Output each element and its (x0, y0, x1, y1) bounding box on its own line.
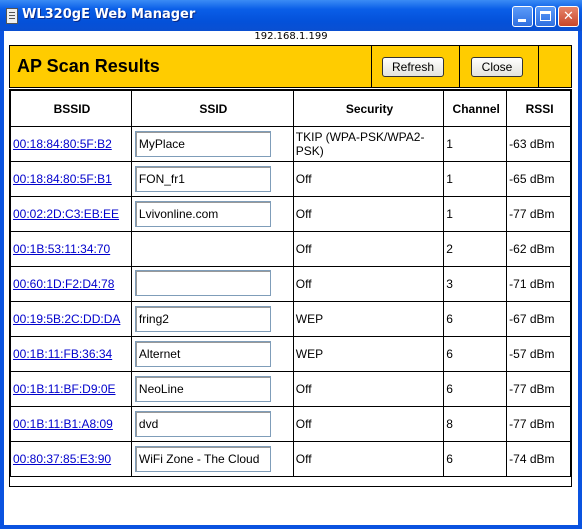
bssid-link[interactable]: 00:18:84:80:5F:B2 (13, 137, 112, 151)
refresh-button[interactable]: Refresh (382, 57, 444, 77)
channel-cell: 6 (443, 371, 508, 407)
rssi-cell: -65 dBm (506, 161, 571, 197)
channel-cell: 3 (443, 266, 508, 302)
table-row: 00:1B:11:BF:D9:0E NeoLine Off 6 -77 dBm (10, 371, 571, 407)
column-header-bssid: BSSID (10, 90, 132, 127)
security-cell: WEP (292, 336, 445, 372)
table-header-row: BSSID SSID Security Channel RSSI (10, 90, 571, 127)
table-row: 00:18:84:80:5F:B2 MyPlace TKIP (WPA-PSK/… (10, 126, 571, 162)
rssi-cell: -71 dBm (506, 266, 571, 302)
close-window-button[interactable]: ✕ (558, 6, 579, 27)
rssi-cell: -62 dBm (506, 231, 571, 267)
scan-results-table: BSSID SSID Security Channel RSSI 00:18:8… (9, 89, 572, 487)
rssi-cell: -63 dBm (506, 126, 571, 162)
security-cell: Off (292, 161, 445, 197)
window-title: WL320gE Web Manager (22, 7, 196, 22)
document-icon (6, 8, 18, 24)
rssi-cell: -57 dBm (506, 336, 571, 372)
ssid-field: fring2 (134, 306, 271, 332)
ssid-field: Lvivonline.com (134, 201, 271, 227)
bssid-link[interactable]: 00:60:1D:F2:D4:78 (13, 277, 114, 291)
column-header-channel: Channel (443, 90, 508, 127)
bssid-link[interactable]: 00:1B:11:B1:A8:09 (13, 417, 113, 431)
maximize-button[interactable] (535, 6, 556, 27)
channel-cell: 1 (443, 161, 508, 197)
bssid-link[interactable]: 00:80:37:85:E3:90 (13, 452, 111, 466)
channel-cell: 2 (443, 231, 508, 267)
ssid-field: FON_fr1 (134, 166, 271, 192)
channel-cell: 6 (443, 441, 508, 477)
channel-cell: 1 (443, 196, 508, 232)
ssid-field: MyPlace (134, 131, 271, 157)
rssi-cell: -77 dBm (506, 196, 571, 232)
rssi-cell: -67 dBm (506, 301, 571, 337)
bssid-link[interactable]: 00:1B:11:FB:36:34 (13, 347, 112, 361)
channel-cell: 8 (443, 406, 508, 442)
security-cell: WEP (292, 301, 445, 337)
table-row: 00:60:1D:F2:D4:78 Off 3 -71 dBm (10, 266, 571, 302)
title-bar[interactable]: WL320gE Web Manager ✕ (0, 0, 582, 31)
header-divider (459, 46, 460, 87)
bssid-link[interactable]: 00:02:2D:C3:EB:EE (13, 207, 119, 221)
ssid-cell-empty (130, 231, 294, 267)
bssid-link[interactable]: 00:1B:11:BF:D9:0E (13, 382, 116, 396)
minimize-icon (518, 19, 526, 22)
column-header-ssid: SSID (130, 90, 294, 127)
table-row: 00:80:37:85:E3:90 WiFi Zone - The Cloud … (10, 441, 571, 477)
table-row: 00:1B:11:FB:36:34 Alternet WEP 6 -57 dBm (10, 336, 571, 372)
channel-cell: 1 (443, 126, 508, 162)
maximize-icon (540, 11, 551, 21)
results-header: AP Scan Results Refresh Close (9, 45, 572, 88)
table-row: 00:19:5B:2C:DD:DA fring2 WEP 6 -67 dBm (10, 301, 571, 337)
bssid-link[interactable]: 00:1B:53:11:34:70 (13, 242, 110, 256)
ssid-field: WiFi Zone - The Cloud (134, 446, 271, 472)
security-cell: Off (292, 441, 445, 477)
channel-cell: 6 (443, 301, 508, 337)
table-row: 00:02:2D:C3:EB:EE Lvivonline.com Off 1 -… (10, 196, 571, 232)
column-header-security: Security (292, 90, 445, 127)
ssid-field: Alternet (134, 341, 271, 367)
close-button[interactable]: Close (471, 57, 523, 77)
security-cell: TKIP (WPA-PSK/WPA2-PSK) (292, 126, 445, 162)
header-divider (538, 46, 539, 87)
rssi-cell: -77 dBm (506, 406, 571, 442)
close-icon: ✕ (563, 9, 574, 24)
app-window: WL320gE Web Manager ✕ 192.168.1.199 AP S… (0, 0, 582, 529)
security-cell: Off (292, 231, 445, 267)
security-cell: Off (292, 196, 445, 232)
security-cell: Off (292, 406, 445, 442)
rssi-cell: -77 dBm (506, 371, 571, 407)
bssid-link[interactable]: 00:18:84:80:5F:B1 (13, 172, 112, 186)
ssid-field: NeoLine (134, 376, 271, 402)
channel-cell: 6 (443, 336, 508, 372)
column-header-rssi: RSSI (506, 90, 571, 127)
page-content: 192.168.1.199 AP Scan Results Refresh Cl… (4, 31, 578, 525)
rssi-cell: -74 dBm (506, 441, 571, 477)
table-row: 00:18:84:80:5F:B1 FON_fr1 Off 1 -65 dBm (10, 161, 571, 197)
ssid-field (134, 269, 271, 296)
security-cell: Off (292, 266, 445, 302)
security-cell: Off (292, 371, 445, 407)
host-address: 192.168.1.199 (254, 31, 328, 42)
minimize-button[interactable] (512, 6, 533, 27)
ssid-field: dvd (134, 411, 271, 437)
header-divider (371, 46, 372, 87)
table-row: 00:1B:11:B1:A8:09 dvd Off 8 -77 dBm (10, 406, 571, 442)
page-title: AP Scan Results (17, 56, 160, 76)
bssid-link[interactable]: 00:19:5B:2C:DD:DA (13, 312, 120, 326)
table-row: 00:1B:53:11:34:70 Off 2 -62 dBm (10, 231, 571, 267)
